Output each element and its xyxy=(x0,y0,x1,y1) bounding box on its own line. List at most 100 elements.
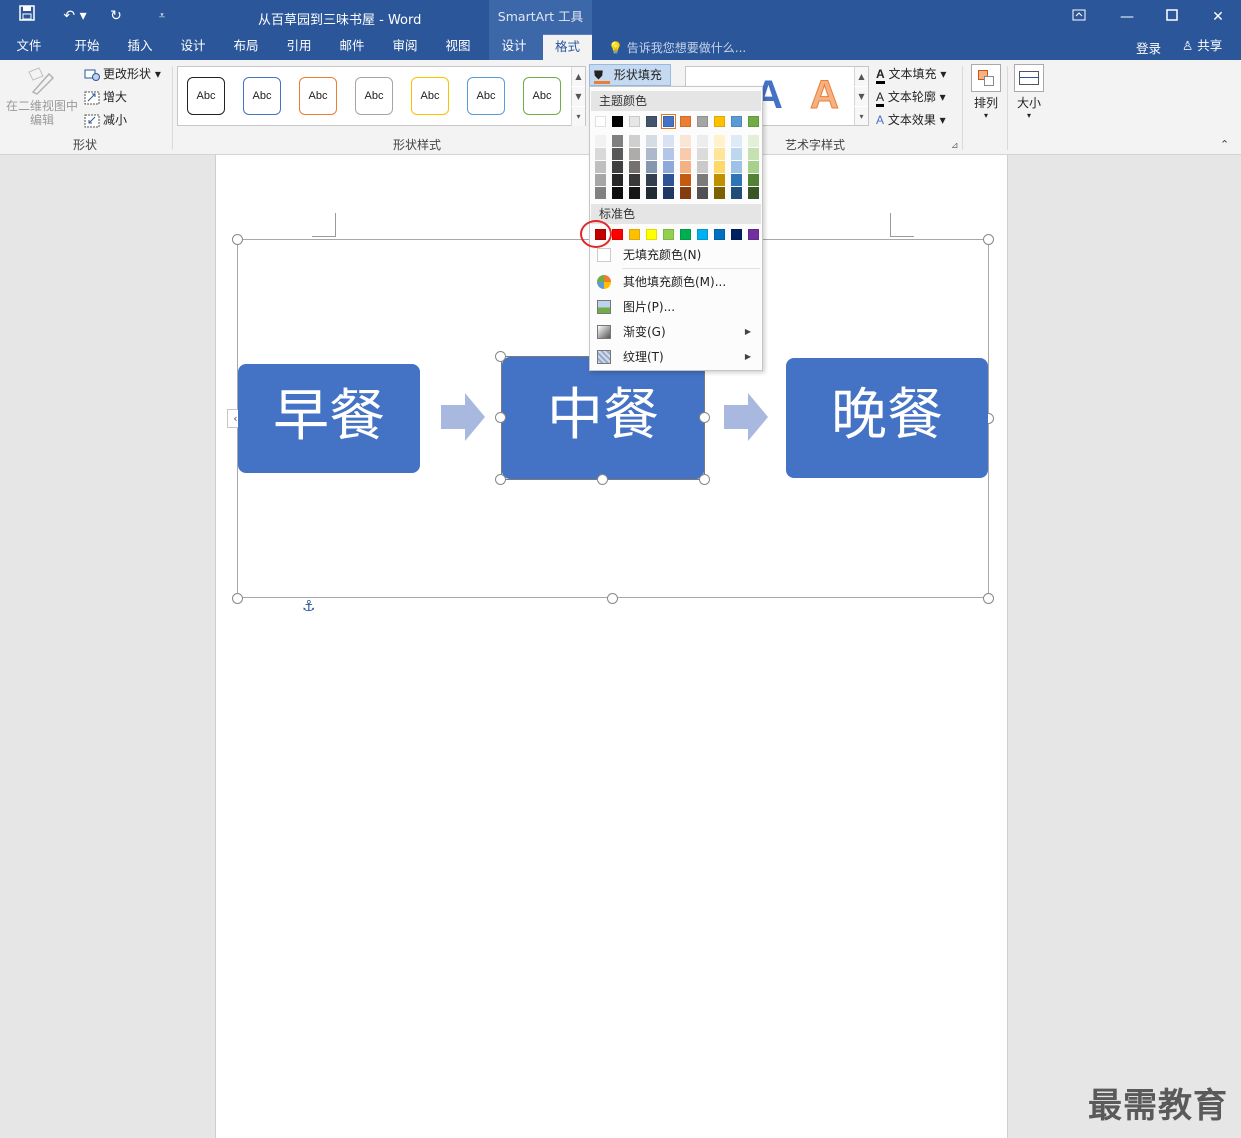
tab-references[interactable]: 引用 xyxy=(278,34,320,60)
tab-review[interactable]: 审阅 xyxy=(384,34,426,60)
theme-shade-swatch[interactable] xyxy=(748,187,759,199)
texture-fill-item[interactable]: 纹理(T) ▶ xyxy=(591,345,761,369)
theme-shade-swatch[interactable] xyxy=(595,135,606,147)
standard-color-swatch[interactable] xyxy=(680,229,691,240)
gradient-fill-item[interactable]: 渐变(G) ▶ xyxy=(591,320,761,344)
shape-style-swatch[interactable]: Abc xyxy=(467,77,505,115)
theme-shade-swatch[interactable] xyxy=(663,148,674,160)
tab-home[interactable]: 开始 xyxy=(66,34,108,60)
theme-shade-swatch[interactable] xyxy=(697,174,708,186)
text-effects-button[interactable]: A 文本效果 ▾ xyxy=(876,110,946,130)
tab-smartart-format[interactable]: 格式 xyxy=(543,34,592,60)
tab-mailings[interactable]: 邮件 xyxy=(331,34,373,60)
redo-icon[interactable]: ↻ xyxy=(104,5,128,27)
tab-file[interactable]: 文件 xyxy=(8,34,50,60)
standard-color-swatch[interactable] xyxy=(663,229,674,240)
login-link[interactable]: 登录 xyxy=(1136,38,1161,57)
minimize-icon[interactable]: — xyxy=(1104,4,1150,30)
theme-color-swatch[interactable] xyxy=(629,116,640,127)
theme-shade-swatch[interactable] xyxy=(612,148,623,160)
theme-shade-swatch[interactable] xyxy=(680,135,691,147)
undo-icon[interactable]: ↶ ▾ xyxy=(58,5,92,27)
resize-handle[interactable] xyxy=(699,412,710,423)
resize-handle[interactable] xyxy=(495,351,506,362)
theme-shade-swatch[interactable] xyxy=(680,161,691,173)
tell-me-box[interactable]: 💡 告诉我您想要做什么... xyxy=(608,39,746,56)
resize-handle[interactable] xyxy=(232,593,243,604)
theme-shade-swatch[interactable] xyxy=(714,161,725,173)
theme-color-swatch[interactable] xyxy=(612,116,623,127)
wordart-scroll-down-icon[interactable]: ▼ xyxy=(854,87,868,106)
resize-handle[interactable] xyxy=(495,474,506,485)
theme-shade-swatch[interactable] xyxy=(646,148,657,160)
theme-shade-swatch[interactable] xyxy=(629,187,640,199)
theme-shade-swatch[interactable] xyxy=(748,148,759,160)
theme-shade-swatch[interactable] xyxy=(595,148,606,160)
save-icon[interactable] xyxy=(15,5,39,27)
standard-color-swatch[interactable] xyxy=(612,229,623,240)
theme-color-swatch[interactable] xyxy=(697,116,708,127)
resize-handle[interactable] xyxy=(607,593,618,604)
standard-color-swatch[interactable] xyxy=(697,229,708,240)
gallery-scroll-up-icon[interactable]: ▲ xyxy=(571,67,585,86)
theme-shade-swatch[interactable] xyxy=(663,174,674,186)
theme-shade-swatch[interactable] xyxy=(748,174,759,186)
theme-shade-swatch[interactable] xyxy=(612,187,623,199)
tab-insert[interactable]: 插入 xyxy=(119,34,161,60)
theme-shade-swatch[interactable] xyxy=(629,148,640,160)
customize-quick-access-icon[interactable]: ⩡ xyxy=(150,5,174,27)
tab-smartart-design[interactable]: 设计 xyxy=(492,34,536,60)
standard-color-swatch[interactable] xyxy=(731,229,742,240)
tab-layout[interactable]: 布局 xyxy=(225,34,267,60)
theme-shade-swatch[interactable] xyxy=(646,174,657,186)
gallery-more-icon[interactable]: ▾ xyxy=(571,107,585,126)
text-fill-button[interactable]: A 文本填充 ▾ xyxy=(876,64,946,84)
theme-shade-swatch[interactable] xyxy=(646,135,657,147)
resize-handle[interactable] xyxy=(495,412,506,423)
no-fill-item[interactable]: 无填充颜色(N) xyxy=(591,243,761,267)
gallery-scroll-down-icon[interactable]: ▼ xyxy=(571,87,585,106)
theme-color-swatch[interactable] xyxy=(714,116,725,127)
theme-shade-swatch[interactable] xyxy=(748,161,759,173)
standard-color-swatch[interactable] xyxy=(646,229,657,240)
shape-style-swatch[interactable]: Abc xyxy=(411,77,449,115)
share-button[interactable]: ♙ 共享 xyxy=(1178,36,1226,58)
theme-shade-swatch[interactable] xyxy=(646,161,657,173)
text-outline-button[interactable]: A 文本轮廓 ▾ xyxy=(876,87,946,107)
wordart-scroll-up-icon[interactable]: ▲ xyxy=(854,67,868,86)
arrange-button[interactable]: 排列 ▾ xyxy=(970,64,1002,120)
resize-handle[interactable] xyxy=(597,474,608,485)
theme-shade-swatch[interactable] xyxy=(697,148,708,160)
standard-color-swatch[interactable] xyxy=(629,229,640,240)
theme-shade-swatch[interactable] xyxy=(731,148,742,160)
theme-shade-swatch[interactable] xyxy=(595,187,606,199)
picture-fill-item[interactable]: 图片(P)... xyxy=(591,295,761,319)
standard-color-swatch[interactable] xyxy=(748,229,759,240)
wordart-more-icon[interactable]: ▾ xyxy=(854,107,868,125)
theme-shade-swatch[interactable] xyxy=(663,187,674,199)
theme-shade-swatch[interactable] xyxy=(595,174,606,186)
shape-style-swatch[interactable]: Abc xyxy=(523,77,561,115)
theme-shade-swatch[interactable] xyxy=(714,174,725,186)
change-shape-button[interactable]: 更改形状 ▾ xyxy=(84,64,161,84)
theme-shade-swatch[interactable] xyxy=(680,187,691,199)
theme-shade-swatch[interactable] xyxy=(697,187,708,199)
theme-shade-swatch[interactable] xyxy=(646,187,657,199)
theme-shade-swatch[interactable] xyxy=(663,161,674,173)
theme-shade-swatch[interactable] xyxy=(748,135,759,147)
resize-handle[interactable] xyxy=(699,474,710,485)
standard-color-swatch[interactable] xyxy=(714,229,725,240)
larger-button[interactable]: 增大 xyxy=(84,87,127,107)
smartart-node-dinner[interactable]: 晚餐 xyxy=(786,358,988,478)
theme-shade-swatch[interactable] xyxy=(714,187,725,199)
resize-handle[interactable] xyxy=(983,593,994,604)
theme-shade-swatch[interactable] xyxy=(680,148,691,160)
more-fill-colors-item[interactable]: 其他填充颜色(M)... xyxy=(591,270,761,294)
theme-color-swatch[interactable] xyxy=(680,116,691,127)
theme-shade-swatch[interactable] xyxy=(697,135,708,147)
smartart-node-breakfast[interactable]: 早餐 xyxy=(238,364,420,473)
shape-style-swatch[interactable]: Abc xyxy=(243,77,281,115)
tab-view[interactable]: 视图 xyxy=(437,34,479,60)
theme-shade-swatch[interactable] xyxy=(697,161,708,173)
theme-shade-swatch[interactable] xyxy=(731,187,742,199)
